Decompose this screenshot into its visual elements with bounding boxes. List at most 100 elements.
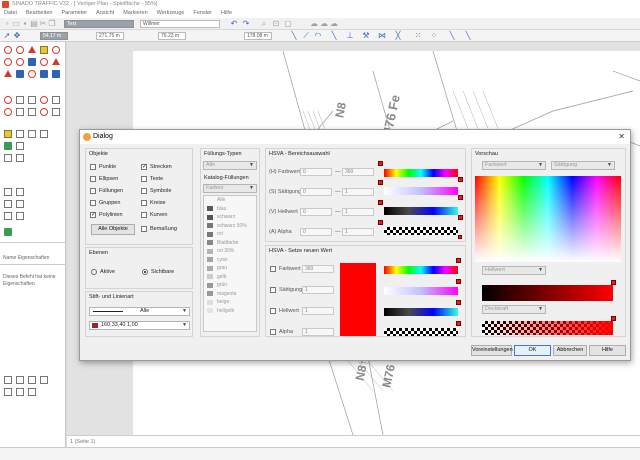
- alpha-from-input[interactable]: 0: [300, 228, 332, 236]
- checkbox-bemassung[interactable]: [141, 226, 147, 232]
- bottom-tool-g-icon[interactable]: [28, 388, 36, 396]
- menu-markieren[interactable]: Markieren: [123, 10, 147, 18]
- set-value-marker[interactable]: [456, 300, 461, 305]
- draw-rect-icon[interactable]: [16, 188, 24, 196]
- set-alpha-input[interactable]: 1: [302, 328, 334, 336]
- green-sign-icon[interactable]: [4, 142, 12, 150]
- presets-button[interactable]: Voreinstellungen: [471, 345, 513, 356]
- saturation-range-slider[interactable]: [384, 187, 458, 195]
- value-mode-select[interactable]: Hellwert ▼: [482, 266, 546, 275]
- hue-max-marker[interactable]: [458, 177, 463, 182]
- sign-info-icon[interactable]: [40, 70, 48, 78]
- list-item[interactable]: rot: [204, 230, 256, 239]
- hue-min-marker[interactable]: [378, 161, 383, 166]
- opacity-gradient[interactable]: [482, 321, 613, 335]
- alpha-to-input[interactable]: 1: [342, 228, 374, 236]
- set-hue-slider[interactable]: [384, 266, 458, 274]
- menu-fenster[interactable]: Fenster: [193, 10, 212, 18]
- draw-ellipse-icon[interactable]: [4, 200, 12, 208]
- help-button[interactable]: Hilfe: [589, 345, 626, 356]
- value-from-input[interactable]: 0: [300, 208, 332, 216]
- alpha-min-marker[interactable]: [378, 220, 383, 225]
- list-item[interactable]: gelb: [204, 273, 256, 282]
- copy-icon[interactable]: ❐: [48, 20, 56, 28]
- new-file-icon[interactable]: ▫: [3, 20, 11, 28]
- bottom-tool-f-icon[interactable]: [16, 388, 24, 396]
- set-alpha-marker[interactable]: [456, 321, 461, 326]
- set-saturation-slider[interactable]: [384, 287, 458, 295]
- cone-icon[interactable]: [40, 96, 48, 104]
- dialog-titlebar[interactable]: Dialog ✕: [80, 130, 630, 144]
- layer-select[interactable]: Text: [64, 20, 134, 28]
- sign-parking-icon[interactable]: [16, 70, 24, 78]
- line-style-select[interactable]: Alle ▼: [89, 307, 190, 316]
- cloud-sync-icon[interactable]: ☁: [320, 20, 328, 28]
- checkbox-set-hue[interactable]: [270, 266, 276, 272]
- barrier-icon[interactable]: [4, 96, 12, 104]
- zoom-fit-icon[interactable]: ⊡: [272, 20, 280, 28]
- save-icon[interactable]: ▪: [21, 20, 29, 28]
- list-item[interactable]: schwarz: [204, 213, 256, 222]
- fence-icon[interactable]: [52, 108, 60, 116]
- fill-type-select[interactable]: Alle ▼: [203, 161, 257, 170]
- wrench-icon[interactable]: ⚒: [362, 32, 370, 40]
- coord-w-field[interactable]: 76.22 m: [158, 32, 186, 40]
- light-icon[interactable]: [52, 96, 60, 104]
- checkbox-strecken[interactable]: ✓: [141, 164, 147, 170]
- zoom-icon[interactable]: ⌕: [260, 20, 268, 28]
- sign-danger-icon[interactable]: [52, 58, 60, 65]
- all-objects-button[interactable]: Alle Objekte: [91, 224, 135, 235]
- saturation-min-marker[interactable]: [378, 180, 383, 185]
- sign-yield-icon[interactable]: [4, 70, 12, 77]
- yellow-sign-icon[interactable]: [4, 130, 12, 138]
- dimension-tool-icon[interactable]: ⊥: [346, 32, 354, 40]
- list-item[interactable]: grau: [204, 264, 256, 273]
- redo-icon[interactable]: ↷: [242, 20, 250, 28]
- checkbox-kurven[interactable]: [141, 212, 147, 218]
- measure-green-icon[interactable]: [4, 228, 12, 236]
- opacity-gradient-marker[interactable]: [611, 316, 616, 321]
- saturation-to-input[interactable]: 1: [342, 188, 374, 196]
- line-style-icon[interactable]: ╲: [448, 32, 456, 40]
- bottom-tool-e-icon[interactable]: [4, 388, 12, 396]
- cut-icon[interactable]: ✂: [39, 20, 47, 28]
- list-item[interactable]: blau: [204, 205, 256, 214]
- set-hue-input[interactable]: 360: [302, 265, 334, 273]
- pedestrian-icon[interactable]: [28, 108, 36, 116]
- bottom-tool-c-icon[interactable]: [28, 376, 36, 384]
- checkbox-kreise[interactable]: [141, 200, 147, 206]
- alpha-max-marker[interactable]: [458, 235, 462, 239]
- bottom-tool-d-icon[interactable]: [40, 376, 48, 384]
- join-tool-icon[interactable]: ⋈: [378, 32, 386, 40]
- arrow-marking-icon[interactable]: [28, 96, 36, 104]
- sign-direction-icon[interactable]: [52, 70, 60, 78]
- list-item[interactable]: schwarz 50%: [204, 222, 256, 231]
- hue-to-input[interactable]: 360: [342, 168, 374, 176]
- coord-h-field[interactable]: 178.08 m: [244, 32, 272, 40]
- hue-mode-select[interactable]: Farbwert ▼: [482, 161, 546, 170]
- list-item[interactable]: hellgelb: [204, 307, 256, 316]
- offset-tool-icon[interactable]: ╲: [464, 32, 472, 40]
- color-field[interactable]: [475, 176, 621, 262]
- list-item[interactable]: beige: [204, 298, 256, 307]
- list-item[interactable]: cyan: [204, 256, 256, 265]
- marking-icon[interactable]: [16, 96, 24, 104]
- cloud-upload-icon[interactable]: ☁: [330, 20, 338, 28]
- sign-priority-icon[interactable]: [40, 46, 48, 54]
- sign-mandatory-icon[interactable]: [28, 58, 36, 66]
- radio-active-layers[interactable]: [91, 269, 97, 275]
- menu-hilfe[interactable]: Hilfe: [221, 10, 232, 18]
- sign-no-overtaking-icon[interactable]: [40, 58, 48, 66]
- list-item[interactable]: Alle: [204, 196, 256, 205]
- value-min-marker[interactable]: [378, 200, 383, 205]
- undo-icon[interactable]: ↶: [230, 20, 238, 28]
- list-item[interactable]: Blattfarbe: [204, 239, 256, 248]
- checkbox-punkte[interactable]: [90, 164, 96, 170]
- draw-polygon-icon[interactable]: [16, 200, 24, 208]
- sign-stop-icon[interactable]: [52, 46, 60, 54]
- ok-button[interactable]: OK: [514, 345, 551, 356]
- print-icon[interactable]: ▤: [30, 20, 38, 28]
- set-saturation-marker[interactable]: [456, 279, 461, 284]
- fill-list[interactable]: Alle blau schwarz schwarz 50% rot Blattf…: [203, 195, 257, 332]
- menu-datei[interactable]: Datei: [4, 10, 17, 18]
